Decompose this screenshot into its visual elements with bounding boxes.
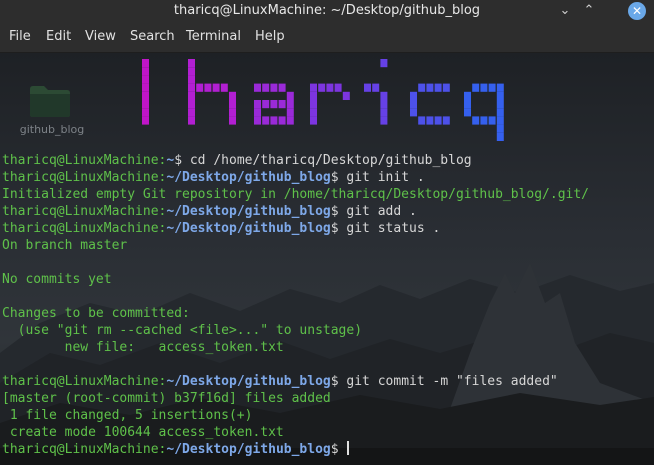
output-line: new file: access_token.txt [2, 339, 652, 356]
prompt-user: tharicq@LinuxMachine: [2, 442, 167, 457]
banner-letter [142, 59, 149, 125]
output-text: Initialized empty Git repository in /hom… [2, 187, 589, 202]
banner-letter [364, 59, 388, 125]
prompt-user: tharicq@LinuxMachine: [2, 374, 167, 389]
title-bar[interactable]: tharicq@LinuxMachine: ~/Desktop/github_b… [0, 0, 654, 22]
folder-icon [30, 86, 70, 117]
command-text: $ [330, 442, 347, 457]
prompt-path: ~/Desktop/github_blog [166, 170, 331, 185]
prompt-user: tharicq@LinuxMachine: [2, 153, 167, 168]
ascii-banner [142, 59, 504, 141]
banner-letter [254, 83, 294, 125]
command-text: $ git init . [330, 170, 425, 185]
minimize-button[interactable]: ⌄ [556, 2, 574, 20]
output-line: No commits yet [2, 271, 652, 288]
prompt-line: tharicq@LinuxMachine:~/Desktop/github_bl… [2, 220, 652, 237]
output-line: [master (root-commit) b37f16d] files add… [2, 390, 652, 407]
banner-letter [310, 83, 350, 125]
command-text: $ cd /home/tharicq/Desktop/github_blog [174, 153, 472, 168]
output-line: Initialized empty Git repository in /hom… [2, 186, 652, 203]
folder-label: github_blog [19, 123, 85, 136]
menu-bar: File Edit View Search Terminal Help [0, 22, 654, 53]
prompt-line: tharicq@LinuxMachine:~/Desktop/github_bl… [2, 373, 652, 390]
prompt-path: ~/Desktop/github_blog [166, 204, 331, 219]
prompt-line: tharicq@LinuxMachine:~/Desktop/github_bl… [2, 203, 652, 220]
prompt-user: tharicq@LinuxMachine: [2, 204, 167, 219]
output-text: No commits yet [2, 272, 112, 287]
output-line: 1 file changed, 5 insertions(+) [2, 407, 652, 424]
prompt-user: tharicq@LinuxMachine: [2, 170, 167, 185]
output-text: new file: access_token.txt [2, 340, 284, 355]
prompt-line: tharicq@LinuxMachine:~/Desktop/github_bl… [2, 169, 652, 186]
menu-edit[interactable]: Edit [46, 22, 71, 52]
banner-letter [464, 83, 504, 141]
terminal-output: tharicq@LinuxMachine:~$ cd /home/tharicq… [2, 152, 652, 458]
prompt-path: ~/Desktop/github_blog [166, 221, 331, 236]
output-line: Changes to be committed: [2, 305, 652, 322]
menu-view[interactable]: View [85, 22, 116, 52]
banner-letter [188, 59, 236, 125]
terminal-window: tharicq@LinuxMachine: ~/Desktop/github_b… [0, 0, 654, 465]
output-line: create mode 100644 access_token.txt [2, 424, 652, 441]
output-text: [master (root-commit) b37f16d] files add… [2, 391, 331, 406]
output-text: 1 file changed, 5 insertions(+) [2, 408, 253, 423]
prompt-user: tharicq@LinuxMachine: [2, 221, 167, 236]
output-text: Changes to be committed: [2, 306, 190, 321]
menu-help[interactable]: Help [255, 22, 285, 52]
prompt-path: ~/Desktop/github_blog [166, 374, 331, 389]
text-cursor [347, 441, 350, 455]
maximize-button[interactable]: ⌃ [580, 2, 598, 20]
close-button[interactable]: ✕ [628, 2, 646, 20]
prompt-path: ~/Desktop/github_blog [166, 442, 331, 457]
terminal-area[interactable]: github_blog tharicq@LinuxMachine:~$ cd /… [0, 53, 654, 465]
output-text: (use "git rm --cached <file>..." to unst… [2, 323, 363, 338]
command-text: $ git add . [330, 204, 417, 219]
output-text: create mode 100644 access_token.txt [2, 425, 284, 440]
prompt-line: tharicq@LinuxMachine:~$ cd /home/tharicq… [2, 152, 652, 169]
prompt-line: tharicq@LinuxMachine:~/Desktop/github_bl… [2, 441, 652, 458]
output-line: On branch master [2, 237, 652, 254]
desktop-folder-shortcut[interactable]: github_blog [14, 77, 90, 147]
command-text: $ git status . [330, 221, 441, 236]
menu-file[interactable]: File [9, 22, 31, 52]
menu-terminal[interactable]: Terminal [186, 22, 241, 52]
output-text: On branch master [2, 238, 128, 253]
command-text: $ git commit -m "files added" [330, 374, 558, 389]
menu-search[interactable]: Search [130, 22, 175, 52]
output-line: (use "git rm --cached <file>..." to unst… [2, 322, 652, 339]
banner-letter [410, 83, 450, 125]
